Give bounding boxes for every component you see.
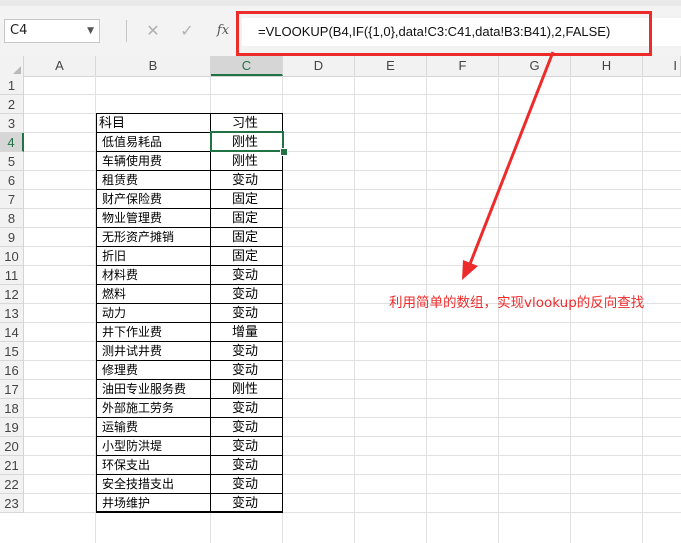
habit-cell[interactable]: 变动 (211, 494, 283, 513)
row-header-5[interactable]: 5 (0, 152, 24, 171)
row-header-23[interactable]: 23 (0, 494, 24, 513)
subject-cell[interactable]: 运输费 (96, 418, 211, 437)
subject-cell[interactable]: 测井试井费 (96, 342, 211, 361)
gridline-horizontal (24, 94, 681, 95)
header-cell-subject[interactable]: 科目 (96, 114, 211, 133)
habit-cell[interactable]: 刚性 (211, 152, 283, 171)
column-header-row: A B C D E F G H I (0, 56, 681, 77)
row-header-3[interactable]: 3 (0, 114, 24, 133)
arrow-head (462, 260, 478, 280)
row-header-15[interactable]: 15 (0, 342, 24, 361)
column-header-e[interactable]: E (355, 56, 427, 76)
subject-cell[interactable]: 外部施工劳务 (96, 399, 211, 418)
subject-cell[interactable]: 车辆使用费 (96, 152, 211, 171)
row-header-21[interactable]: 21 (0, 456, 24, 475)
row-header-4[interactable]: 4 (0, 133, 24, 152)
formula-bar-separator (126, 20, 127, 42)
subject-cell[interactable]: 环保支出 (96, 456, 211, 475)
row-header-6[interactable]: 6 (0, 171, 24, 190)
column-header-b[interactable]: B (96, 56, 211, 76)
habit-cell[interactable]: 固定 (211, 247, 283, 266)
annotation-note: 利用简单的数组，实现vlookup的反向查找 (389, 295, 645, 311)
subject-cell[interactable]: 小型防洪堤 (96, 437, 211, 456)
subject-cell[interactable]: 材料费 (96, 266, 211, 285)
insert-function-icon[interactable]: fx (212, 20, 234, 42)
row-header-14[interactable]: 14 (0, 323, 24, 342)
habit-cell[interactable]: 变动 (211, 171, 283, 190)
habit-cell[interactable]: 固定 (211, 228, 283, 247)
habit-cell[interactable]: 固定 (211, 190, 283, 209)
column-header-a[interactable]: A (24, 56, 96, 76)
row-header-1[interactable]: 1 (0, 76, 24, 95)
active-cell-c4[interactable] (210, 131, 284, 152)
subject-cell[interactable]: 油田专业服务费 (96, 380, 211, 399)
habit-cell[interactable]: 变动 (211, 285, 283, 304)
subject-cell[interactable]: 井下作业费 (96, 323, 211, 342)
row-header-12[interactable]: 12 (0, 285, 24, 304)
select-all-corner[interactable] (0, 56, 24, 76)
column-header-i[interactable]: I (643, 56, 681, 76)
habit-cell[interactable]: 变动 (211, 475, 283, 494)
name-box[interactable]: C4 ▼ (4, 19, 100, 43)
subject-cell[interactable]: 财产保险费 (96, 190, 211, 209)
subject-cell[interactable]: 低值易耗品 (96, 133, 211, 152)
subject-cell[interactable]: 租赁费 (96, 171, 211, 190)
habit-cell[interactable]: 变动 (211, 437, 283, 456)
habit-cell[interactable]: 变动 (211, 456, 283, 475)
name-box-value: C4 (10, 23, 28, 38)
column-header-f[interactable]: F (427, 56, 499, 76)
row-header-9[interactable]: 9 (0, 228, 24, 247)
column-header-d[interactable]: D (283, 56, 355, 76)
column-header-g[interactable]: G (499, 56, 571, 76)
row-header-19[interactable]: 19 (0, 418, 24, 437)
fill-handle[interactable] (280, 148, 288, 156)
habit-cell[interactable]: 增量 (211, 323, 283, 342)
row-header-20[interactable]: 20 (0, 437, 24, 456)
habit-cell[interactable]: 变动 (211, 342, 283, 361)
formula-bar: C4 ▼ ✕ ✓ fx =VLOOKUP(B4,IF({1,0},data!C3… (0, 6, 681, 57)
row-header-13[interactable]: 13 (0, 304, 24, 323)
row-header-11[interactable]: 11 (0, 266, 24, 285)
subject-cell[interactable]: 修理费 (96, 361, 211, 380)
subject-cell[interactable]: 井场维护 (96, 494, 211, 513)
row-header-10[interactable]: 10 (0, 247, 24, 266)
subject-cell[interactable]: 无形资产摊销 (96, 228, 211, 247)
row-header-18[interactable]: 18 (0, 399, 24, 418)
habit-cell[interactable]: 刚性 (211, 380, 283, 399)
habit-cell[interactable]: 变动 (211, 266, 283, 285)
cancel-icon[interactable]: ✕ (142, 20, 164, 42)
row-header-2[interactable]: 2 (0, 95, 24, 114)
row-header-8[interactable]: 8 (0, 209, 24, 228)
row-header-17[interactable]: 17 (0, 380, 24, 399)
habit-cell[interactable]: 变动 (211, 361, 283, 380)
habit-cell[interactable]: 固定 (211, 209, 283, 228)
subject-cell[interactable]: 燃料 (96, 285, 211, 304)
subject-cell[interactable]: 安全技措支出 (96, 475, 211, 494)
habit-cell[interactable]: 变动 (211, 399, 283, 418)
row-header-16[interactable]: 16 (0, 361, 24, 380)
habit-cell[interactable]: 变动 (211, 304, 283, 323)
subject-cell[interactable]: 动力 (96, 304, 211, 323)
row-header-22[interactable]: 22 (0, 475, 24, 494)
habit-cell[interactable]: 变动 (211, 418, 283, 437)
subject-cell[interactable]: 物业管理费 (96, 209, 211, 228)
arrow-line (468, 51, 555, 265)
column-header-c[interactable]: C (211, 56, 283, 76)
enter-icon[interactable]: ✓ (176, 20, 198, 42)
row-header-7[interactable]: 7 (0, 190, 24, 209)
column-header-h[interactable]: H (571, 56, 643, 76)
gridline-vertical (354, 76, 355, 543)
subject-cell[interactable]: 折旧 (96, 247, 211, 266)
formula-highlight-frame (236, 11, 652, 56)
chevron-down-icon[interactable]: ▼ (87, 20, 94, 42)
